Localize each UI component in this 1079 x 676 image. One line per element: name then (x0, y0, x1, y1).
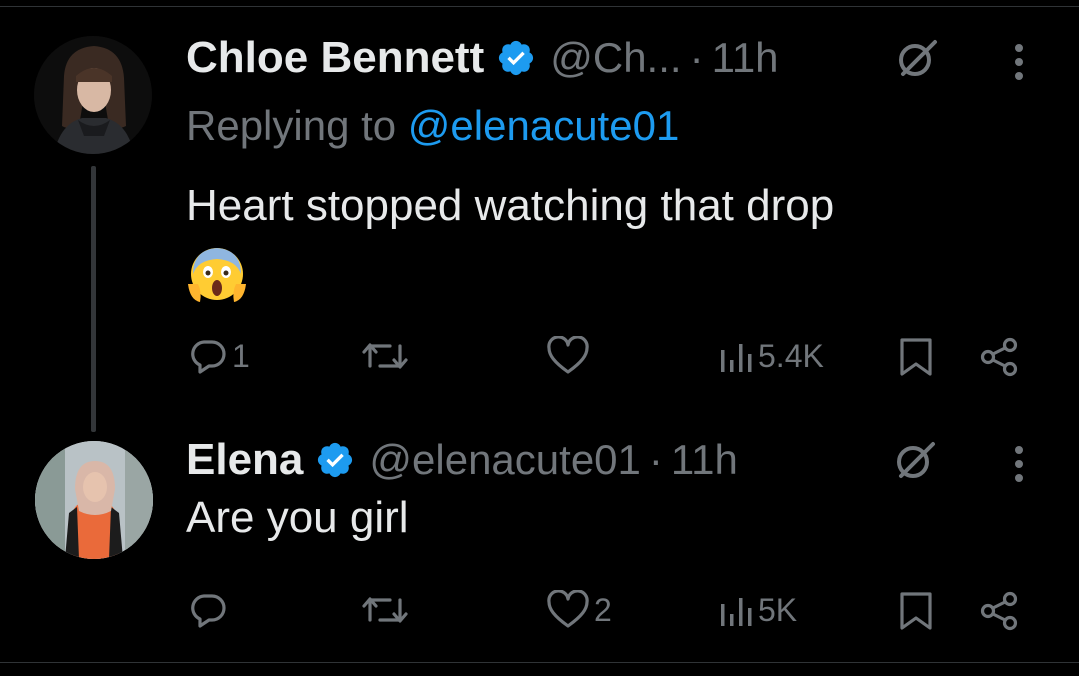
views-icon (721, 598, 752, 626)
replying-to-label: Replying to (186, 102, 408, 149)
reply-icon (191, 594, 226, 628)
grok-icon[interactable] (895, 36, 939, 80)
like-button[interactable]: 2 (546, 590, 612, 630)
handle[interactable]: @elenacute01 (369, 436, 641, 484)
reply-button[interactable] (188, 590, 232, 630)
replying-to-mention[interactable]: @elenacute01 (408, 102, 680, 149)
avatar[interactable] (34, 36, 152, 154)
share-icon (980, 591, 1018, 631)
tweet-chloe[interactable]: Chloe Bennett @Ch... · 11h Replying to @… (0, 0, 1079, 420)
retweet-button[interactable] (360, 590, 414, 630)
bookmark-icon (900, 592, 932, 630)
like-count: 2 (594, 591, 612, 628)
tweet-text: Are you girl (186, 493, 409, 542)
views-button[interactable]: 5K (718, 590, 797, 630)
retweet-icon (362, 597, 408, 623)
separator-dot: · (689, 34, 704, 81)
display-name[interactable]: Elena (186, 435, 303, 485)
like-icon (547, 336, 589, 374)
display-name[interactable]: Chloe Bennett (186, 33, 484, 83)
verified-badge-icon (499, 40, 534, 76)
retweet-button[interactable] (360, 336, 414, 376)
like-icon (547, 590, 589, 628)
tweet-header: Elena @elenacute01 · 11h (186, 432, 738, 488)
bookmark-icon (900, 338, 932, 376)
views-count: 5.4K (758, 337, 824, 374)
more-options-icon[interactable] (1013, 40, 1025, 84)
timestamp[interactable]: 11h (671, 436, 738, 484)
views-icon (721, 344, 752, 372)
retweet-icon (362, 343, 408, 369)
reply-icon (191, 340, 226, 374)
separator-dot: · (648, 436, 663, 483)
timestamp[interactable]: 11h (712, 34, 779, 82)
face-screaming-emoji-icon (188, 248, 246, 302)
like-button[interactable] (546, 336, 594, 376)
avatar[interactable] (35, 441, 153, 559)
grok-icon[interactable] (893, 438, 937, 482)
replying-to-line: Replying to @elenacute01 (186, 102, 679, 150)
share-button[interactable] (978, 336, 1022, 378)
tweet-header: Chloe Bennett @Ch... · 11h (186, 30, 779, 86)
more-options-icon[interactable] (1013, 442, 1025, 486)
views-button[interactable]: 5.4K (718, 336, 824, 376)
reply-count: 1 (232, 337, 250, 374)
divider (0, 662, 1079, 663)
tweet-text: Heart stopped watching that drop (186, 181, 835, 230)
handle[interactable]: @Ch... (550, 34, 681, 82)
bookmark-button[interactable] (898, 590, 934, 632)
bookmark-button[interactable] (898, 336, 934, 378)
tweet-thread: Chloe Bennett @Ch... · 11h Replying to @… (0, 0, 1079, 676)
reply-button[interactable]: 1 (188, 336, 250, 376)
share-button[interactable] (978, 590, 1022, 632)
verified-badge-icon (318, 442, 353, 478)
share-icon (980, 337, 1018, 377)
views-count: 5K (758, 591, 798, 628)
